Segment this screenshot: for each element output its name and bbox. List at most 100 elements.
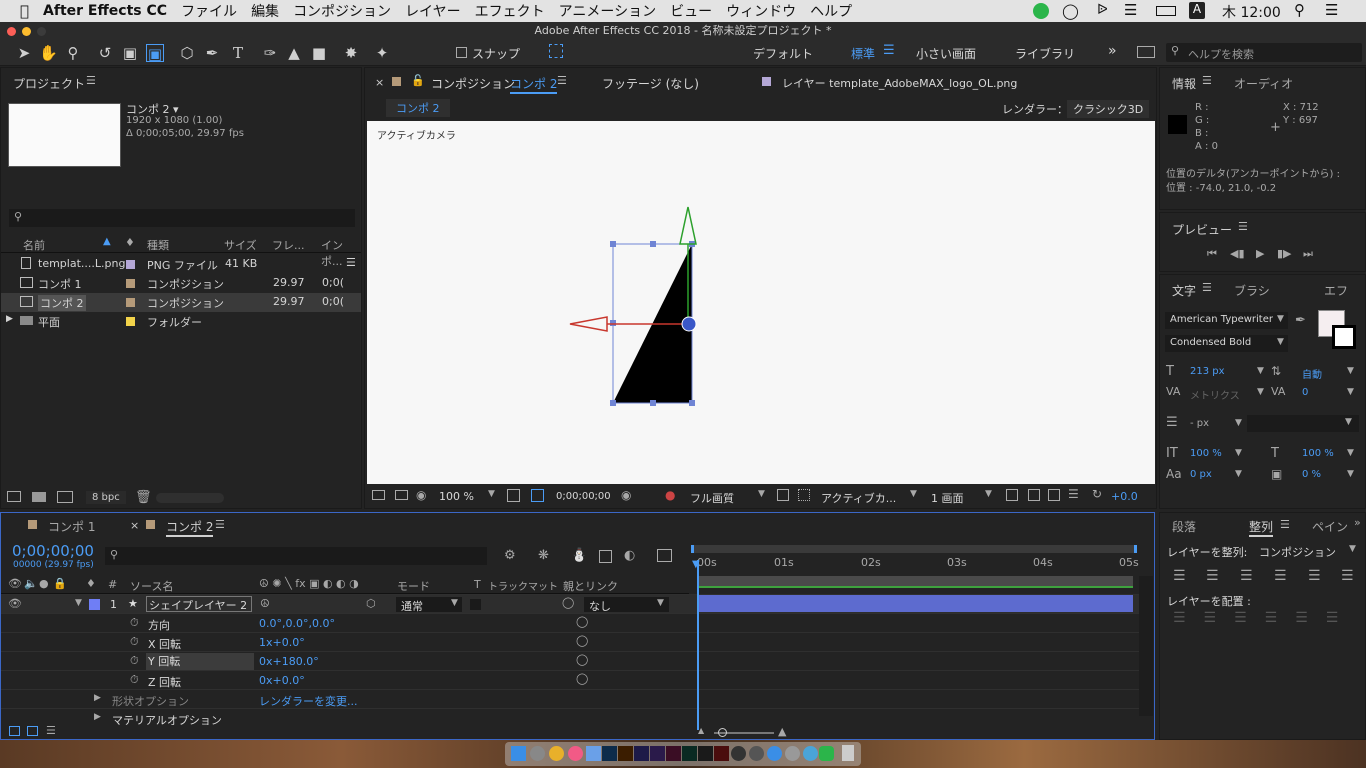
panel-menu-icon[interactable]: ☰ xyxy=(1202,74,1212,87)
resolution-dropdown[interactable]: フル画質 xyxy=(690,490,734,506)
photoshop-icon[interactable] xyxy=(602,746,617,761)
time-navigator[interactable] xyxy=(691,545,1137,553)
layer-duration-bar[interactable] xyxy=(697,595,1133,612)
font-style-dropdown[interactable]: Condensed Bold ▼ xyxy=(1165,335,1288,352)
align-horizontal-center-icon[interactable]: ☰ xyxy=(1206,568,1219,584)
after-effects-icon[interactable] xyxy=(634,746,649,761)
3d-view-dropdown[interactable]: アクティブカ... xyxy=(821,490,896,506)
current-time-indicator[interactable] xyxy=(697,560,699,730)
premiere-icon[interactable] xyxy=(650,746,665,761)
align-vertical-center-icon[interactable]: ☰ xyxy=(1308,568,1321,584)
play-icon[interactable]: ▶ xyxy=(1256,247,1264,260)
menu-composition[interactable]: コンポジション xyxy=(286,1,398,21)
chevron-down-icon[interactable]: ▼ xyxy=(1235,418,1242,428)
3d-layer-switch-icon[interactable]: ⬡ xyxy=(366,597,376,610)
chevron-down-icon[interactable]: ▼ xyxy=(1235,469,1242,479)
menu-effect[interactable]: エフェクト xyxy=(468,1,552,21)
new-composition-icon[interactable] xyxy=(57,491,73,503)
timeline-scrollbar[interactable] xyxy=(1139,576,1153,716)
vertical-scale-value[interactable]: 100 % xyxy=(1190,448,1222,459)
zoom-slider-knob[interactable] xyxy=(718,728,727,737)
stroke-color-swatch[interactable] xyxy=(1332,325,1356,349)
minimize-window-button[interactable] xyxy=(22,27,31,36)
mask-visibility-icon[interactable] xyxy=(531,489,544,502)
collapse-triangle-icon[interactable]: ▼ xyxy=(75,598,82,608)
stopwatch-icon[interactable]: ⏱ xyxy=(130,616,139,630)
draft-3d-icon[interactable]: ❋ xyxy=(538,548,549,563)
align-left-icon[interactable]: ☰ xyxy=(1173,568,1186,584)
chevron-down-icon[interactable]: ▼ xyxy=(1257,387,1264,397)
vr-icon[interactable]: ◉ xyxy=(416,488,426,502)
label-color-swatch[interactable] xyxy=(126,279,135,288)
camera-tool-icon[interactable]: ▣ xyxy=(121,44,139,62)
previous-frame-icon[interactable]: ◀▮ xyxy=(1230,247,1245,260)
zoom-window-button[interactable] xyxy=(37,27,46,36)
baseline-shift-value[interactable]: 0 px xyxy=(1190,469,1212,480)
expand-triangle-icon[interactable]: ▶ xyxy=(94,712,101,722)
project-search-input[interactable]: ⚲ xyxy=(9,209,355,227)
rotate-tool-icon[interactable]: ↺ xyxy=(96,44,114,62)
property-row[interactable]: ⏱ 方向 0.0°,0.0°,0.0° ◯ xyxy=(1,613,1139,632)
chevron-down-icon[interactable]: ▼ xyxy=(758,489,765,499)
timeline-current-time[interactable]: 0;00;00;00 xyxy=(12,542,94,560)
view-layout-dropdown[interactable]: 1 画面 xyxy=(931,490,964,506)
column-mode[interactable]: モード xyxy=(397,578,430,594)
chevron-down-icon[interactable]: ▼ xyxy=(1347,366,1354,376)
line-app-icon[interactable] xyxy=(819,746,834,761)
selection-tool-icon[interactable]: ➤ xyxy=(15,44,33,62)
app-icon[interactable] xyxy=(731,746,746,761)
align-bottom-icon[interactable]: ☰ xyxy=(1341,568,1354,584)
pen-tool-icon[interactable]: ✒ xyxy=(203,44,221,62)
animate-icon[interactable] xyxy=(714,746,729,761)
stopwatch-icon[interactable]: ⏱ xyxy=(130,673,139,687)
puppet-pin-tool-icon[interactable]: ✦ xyxy=(373,44,391,62)
project-item-row[interactable]: ▶ 平面 フォルダー xyxy=(1,312,361,331)
app-icon[interactable] xyxy=(586,746,601,761)
pick-whip-icon[interactable]: ◯ xyxy=(562,596,574,609)
tracking-value[interactable]: 0 xyxy=(1302,387,1308,398)
close-window-button[interactable] xyxy=(7,27,16,36)
property-value[interactable]: 0.0°,0.0°,0.0° xyxy=(259,617,335,630)
toggle-switches-icon[interactable] xyxy=(9,726,20,736)
music-icon[interactable] xyxy=(568,746,583,761)
horizontal-scale-value[interactable]: 100 % xyxy=(1302,448,1334,459)
monitor-icon[interactable] xyxy=(395,490,408,500)
column-parent[interactable]: 親とリンク xyxy=(563,578,618,594)
sync-settings-icon[interactable] xyxy=(1137,46,1155,58)
timeline-icon[interactable] xyxy=(1048,489,1060,501)
tab-paint[interactable]: ペイン xyxy=(1312,518,1348,535)
tsume-value[interactable]: 0 % xyxy=(1302,469,1321,480)
pick-whip-icon[interactable]: ◯ xyxy=(576,672,588,685)
chevron-down-icon[interactable]: ▼ xyxy=(1257,366,1264,376)
creative-cloud-icon[interactable]: ◯ xyxy=(1062,2,1079,20)
trash-icon[interactable]: 🗑 xyxy=(135,490,152,505)
graph-editor-icon[interactable] xyxy=(657,549,672,562)
track-matte-box[interactable] xyxy=(470,599,481,610)
zoom-out-icon[interactable]: ▲ xyxy=(698,726,704,735)
menu-window[interactable]: ウィンドウ xyxy=(719,1,803,21)
column-name[interactable]: 名前 xyxy=(23,237,45,253)
panel-menu-icon[interactable]: ☰ xyxy=(1202,281,1212,294)
solo-icon[interactable]: ● xyxy=(39,577,49,590)
more-workspaces-icon[interactable]: » xyxy=(1108,43,1117,59)
tab-character[interactable]: 文字 xyxy=(1172,282,1196,299)
shape-tool-icon[interactable]: ⬡ xyxy=(178,44,196,62)
collapse-switch-icon[interactable]: ☮ xyxy=(260,597,270,610)
blend-mode-dropdown[interactable]: 通常 ▼ xyxy=(396,597,462,613)
next-frame-icon[interactable]: ▮▶ xyxy=(1277,247,1292,260)
dimension-icon[interactable] xyxy=(682,746,697,761)
composition-flowchart-icon[interactable]: ⚙ xyxy=(504,548,516,563)
toggle-time-stretch-icon[interactable]: ☰ xyxy=(46,724,56,737)
menu-edit[interactable]: 編集 xyxy=(244,1,286,21)
spotlight-icon[interactable]: ⚲ xyxy=(1294,1,1305,19)
column-source-name[interactable]: ソース名 xyxy=(130,578,173,594)
lock-icon[interactable]: 🔒 xyxy=(53,577,67,590)
close-tab-icon[interactable]: × xyxy=(130,519,139,532)
shape-layer-graphic[interactable] xyxy=(367,121,1155,484)
zoom-dropdown[interactable]: 100 % xyxy=(439,490,474,503)
tab-paragraph[interactable]: 段落 xyxy=(1172,518,1196,535)
eyedropper-icon[interactable]: ✒ xyxy=(1295,313,1306,328)
bpc-button[interactable]: 8 bpc xyxy=(86,491,126,504)
property-group-row[interactable]: ▶ 形状オプション レンダラーを変更... xyxy=(1,689,1139,708)
stopwatch-icon[interactable]: ⏱ xyxy=(130,635,139,649)
